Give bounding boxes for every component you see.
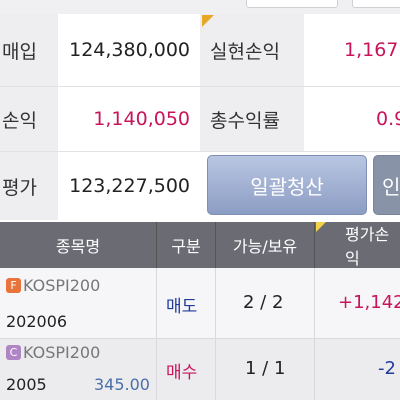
secondary-button[interactable]: 인 <box>373 155 400 215</box>
call-option-badge-icon: C <box>6 345 21 360</box>
top-input-box[interactable] <box>246 0 338 8</box>
col-header-qty[interactable]: 가능/보유 <box>216 222 314 268</box>
realized-pnl-value: 1,167, <box>304 14 400 86</box>
liquidate-all-button[interactable]: 일괄청산 <box>207 155 367 215</box>
instrument-price: 345.00 <box>94 375 150 394</box>
corner-marker-icon <box>202 15 214 27</box>
top-button-box[interactable] <box>352 0 400 8</box>
col-header-name[interactable]: 종목명 <box>0 222 156 268</box>
eval-pnl: +1,142 <box>338 292 400 313</box>
side-sell: 매도 <box>166 297 198 317</box>
buy-value: 124,380,000 <box>58 14 200 86</box>
top-strip <box>0 0 400 14</box>
eval-label: 평가 <box>0 152 58 220</box>
pnl-label: 손익 <box>0 87 58 151</box>
futures-badge-icon: F <box>6 278 21 293</box>
col-separator <box>314 268 315 400</box>
total-return-value: 0.9 <box>304 87 400 151</box>
col-header-pnl[interactable]: 평가손익 <box>315 222 400 268</box>
pnl-value: 1,140,050 <box>58 87 200 151</box>
eval-pnl: -2 <box>378 358 396 379</box>
total-return-label: 총수익률 <box>200 87 304 151</box>
qty-available-held: 2 / 2 <box>243 292 284 313</box>
eval-value: 123,227,500 <box>58 152 200 220</box>
realized-pnl-label: 실현손익 <box>200 14 304 86</box>
instrument-code: 202006 <box>6 312 68 331</box>
header-corner-marker-icon <box>316 222 326 232</box>
side-buy: 매수 <box>166 363 198 383</box>
col-separator <box>156 268 157 400</box>
col-header-side[interactable]: 구분 <box>157 222 215 268</box>
col-separator <box>215 268 216 400</box>
instrument-code: 2005 <box>6 375 47 394</box>
buy-label: 매입 <box>0 14 58 86</box>
instrument-name: KOSPI200 <box>23 276 101 295</box>
instrument-name: KOSPI200 <box>23 343 101 362</box>
qty-available-held: 1 / 1 <box>245 358 286 379</box>
